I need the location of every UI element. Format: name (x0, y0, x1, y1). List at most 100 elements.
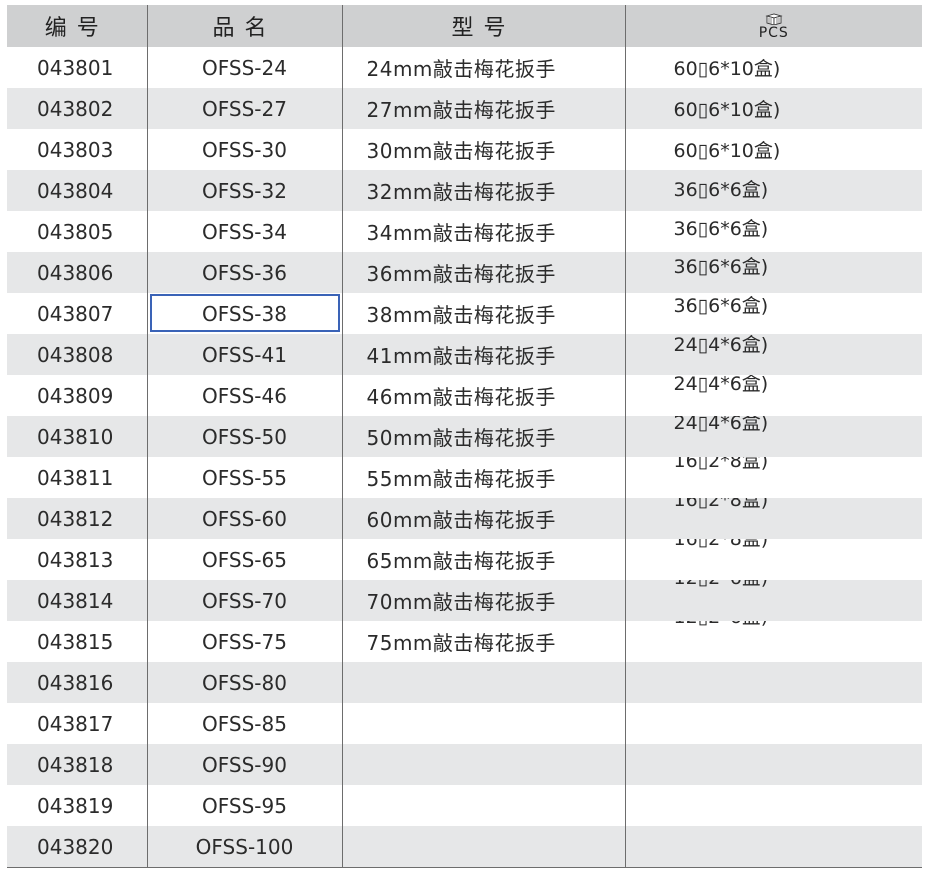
table-row[interactable]: 043802 OFSS-27 27mm敲击梅花扳手 60▯6*10盒) (7, 88, 922, 129)
cell-pcs[interactable] (624, 826, 922, 868)
cell-name[interactable]: OFSS-30 (146, 129, 342, 170)
cell-pcs[interactable]: 16▯2*8盒) (624, 498, 922, 539)
cell-name[interactable]: OFSS-27 (146, 88, 342, 129)
table-row[interactable]: 043808 OFSS-41 41mm敲击梅花扳手 24▯4*6盒) (7, 334, 922, 375)
cell-model[interactable]: 55mm敲击梅花扳手 (341, 457, 625, 498)
cell-code[interactable]: 043811 (7, 457, 147, 498)
table-row[interactable]: 043812 OFSS-60 60mm敲击梅花扳手 16▯2*8盒) (7, 498, 922, 539)
table-row[interactable]: 043801 OFSS-24 24mm敲击梅花扳手 60▯6*10盒) (7, 47, 922, 88)
header-code[interactable]: 编号 (7, 5, 147, 47)
header-name[interactable]: 品名 (146, 5, 342, 47)
cell-pcs[interactable]: 16▯2*8盒) (624, 539, 922, 580)
table-row[interactable]: 043815 OFSS-75 75mm敲击梅花扳手 12▯2*6盒) (7, 621, 922, 662)
cell-model[interactable]: 46mm敲击梅花扳手 (341, 375, 625, 416)
cell-code[interactable]: 043805 (7, 211, 147, 252)
cell-name[interactable]: OFSS-32 (146, 170, 342, 211)
table-row[interactable]: 043820 OFSS-100 (7, 826, 922, 868)
table-row[interactable]: 043810 OFSS-50 50mm敲击梅花扳手 24▯4*6盒) (7, 416, 922, 457)
cell-model[interactable]: 75mm敲击梅花扳手 (341, 621, 625, 662)
cell-code[interactable]: 043802 (7, 88, 147, 129)
cell-name[interactable]: OFSS-80 (146, 662, 342, 703)
cell-model[interactable] (341, 703, 625, 744)
cell-name[interactable]: OFSS-46 (146, 375, 342, 416)
cell-model[interactable]: 32mm敲击梅花扳手 (341, 170, 625, 211)
table-row[interactable]: 043818 OFSS-90 (7, 744, 922, 785)
header-model[interactable]: 型号 (341, 5, 625, 47)
cell-name[interactable]: OFSS-24 (146, 47, 342, 88)
cell-name[interactable]: OFSS-95 (146, 785, 342, 826)
cell-pcs[interactable]: 36▯6*6盒) (624, 252, 922, 293)
header-pcs[interactable]: PCS (624, 5, 922, 47)
cell-model[interactable]: 38mm敲击梅花扳手 (341, 293, 625, 334)
table-row[interactable]: 043814 OFSS-70 70mm敲击梅花扳手 12▯2*6盒) (7, 580, 922, 621)
cell-model[interactable]: 70mm敲击梅花扳手 (341, 580, 625, 621)
cell-pcs[interactable]: 36▯6*6盒) (624, 211, 922, 252)
cell-pcs[interactable]: 60▯6*10盒) (624, 88, 922, 129)
cell-name[interactable]: OFSS-50 (146, 416, 342, 457)
table-row[interactable]: 043804 OFSS-32 32mm敲击梅花扳手 36▯6*6盒) (7, 170, 922, 211)
table-row[interactable]: 043816 OFSS-80 (7, 662, 922, 703)
cell-pcs[interactable]: 24▯4*6盒) (624, 375, 922, 416)
cell-name[interactable]: OFSS-55 (146, 457, 342, 498)
cell-code[interactable]: 043804 (7, 170, 147, 211)
cell-name[interactable]: OFSS-100 (146, 826, 342, 868)
cell-name[interactable]: OFSS-34 (146, 211, 342, 252)
table-row[interactable]: 043819 OFSS-95 (7, 785, 922, 826)
cell-code[interactable]: 043819 (7, 785, 147, 826)
cell-code[interactable]: 043818 (7, 744, 147, 785)
cell-pcs[interactable] (624, 785, 922, 826)
table-row[interactable]: 043805 OFSS-34 34mm敲击梅花扳手 36▯6*6盒) (7, 211, 922, 252)
cell-name[interactable]: OFSS-90 (146, 744, 342, 785)
cell-name[interactable]: OFSS-70 (146, 580, 342, 621)
cell-name[interactable]: OFSS-75 (146, 621, 342, 662)
cell-pcs[interactable]: 60▯6*10盒) (624, 129, 922, 170)
cell-pcs[interactable]: 24▯4*6盒) (624, 334, 922, 375)
cell-code[interactable]: 043807 (7, 293, 147, 334)
cell-code[interactable]: 043803 (7, 129, 147, 170)
cell-model[interactable] (341, 785, 625, 826)
cell-pcs[interactable] (624, 703, 922, 744)
table-row[interactable]: 043809 OFSS-46 46mm敲击梅花扳手 24▯4*6盒) (7, 375, 922, 416)
table-row[interactable]: 043813 OFSS-65 65mm敲击梅花扳手 16▯2*8盒) (7, 539, 922, 580)
cell-model[interactable] (341, 744, 625, 785)
cell-model[interactable] (341, 826, 625, 868)
cell-name[interactable]: OFSS-38 (146, 293, 342, 334)
cell-pcs[interactable] (624, 662, 922, 703)
cell-model[interactable]: 27mm敲击梅花扳手 (341, 88, 625, 129)
cell-code[interactable]: 043806 (7, 252, 147, 293)
cell-code[interactable]: 043817 (7, 703, 147, 744)
cell-pcs[interactable] (624, 744, 922, 785)
cell-model[interactable]: 30mm敲击梅花扳手 (341, 129, 625, 170)
cell-code[interactable]: 043808 (7, 334, 147, 375)
cell-name[interactable]: OFSS-41 (146, 334, 342, 375)
cell-model[interactable]: 60mm敲击梅花扳手 (341, 498, 625, 539)
cell-pcs[interactable]: 36▯6*6盒) (624, 170, 922, 211)
cell-code[interactable]: 043816 (7, 662, 147, 703)
cell-name[interactable]: OFSS-60 (146, 498, 342, 539)
table-row[interactable]: 043806 OFSS-36 36mm敲击梅花扳手 36▯6*6盒) (7, 252, 922, 293)
table-row[interactable]: 043811 OFSS-55 55mm敲击梅花扳手 16▯2*8盒) (7, 457, 922, 498)
cell-name[interactable]: OFSS-36 (146, 252, 342, 293)
cell-name[interactable]: OFSS-85 (146, 703, 342, 744)
cell-code[interactable]: 043815 (7, 621, 147, 662)
cell-code[interactable]: 043820 (7, 826, 147, 868)
cell-model[interactable] (341, 662, 625, 703)
cell-pcs[interactable]: 12▯2*6盒) (624, 580, 922, 621)
cell-code[interactable]: 043801 (7, 47, 147, 88)
table-row[interactable]: 043817 OFSS-85 (7, 703, 922, 744)
cell-model[interactable]: 50mm敲击梅花扳手 (341, 416, 625, 457)
cell-model[interactable]: 36mm敲击梅花扳手 (341, 252, 625, 293)
cell-pcs[interactable]: 24▯4*6盒) (624, 416, 922, 457)
table-row[interactable]: 043807 OFSS-38 38mm敲击梅花扳手 36▯6*6盒) (7, 293, 922, 334)
cell-model[interactable]: 41mm敲击梅花扳手 (341, 334, 625, 375)
table-row[interactable]: 043803 OFSS-30 30mm敲击梅花扳手 60▯6*10盒) (7, 129, 922, 170)
cell-code[interactable]: 043813 (7, 539, 147, 580)
cell-model[interactable]: 24mm敲击梅花扳手 (341, 47, 625, 88)
cell-name[interactable]: OFSS-65 (146, 539, 342, 580)
cell-pcs[interactable]: 16▯2*8盒) (624, 457, 922, 498)
cell-pcs[interactable]: 36▯6*6盒) (624, 293, 922, 334)
cell-code[interactable]: 043810 (7, 416, 147, 457)
cell-code[interactable]: 043809 (7, 375, 147, 416)
cell-pcs[interactable]: 60▯6*10盒) (624, 47, 922, 88)
cell-model[interactable]: 34mm敲击梅花扳手 (341, 211, 625, 252)
